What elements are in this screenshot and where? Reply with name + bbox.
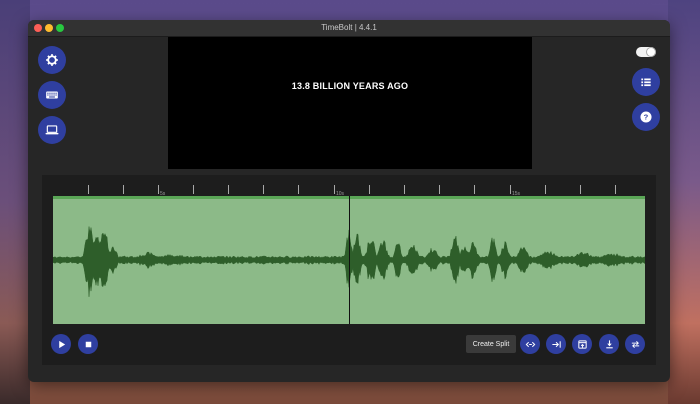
ruler-tick — [369, 185, 370, 194]
play-button[interactable] — [51, 334, 71, 354]
ruler-tick — [298, 185, 299, 194]
window-title: TimeBolt | 4.4.1 — [321, 23, 377, 32]
ruler-tick — [158, 185, 159, 194]
desktop-background-right — [668, 0, 700, 404]
ruler-tick — [193, 185, 194, 194]
ruler-tick — [474, 185, 475, 194]
ruler-tick — [228, 185, 229, 194]
time-ruler[interactable]: 5s 10s 15s — [53, 182, 645, 197]
settings-button[interactable] — [38, 46, 66, 74]
timeline-panel: 5s 10s 15s Create Split — [42, 175, 656, 365]
download-button[interactable] — [599, 334, 619, 354]
playhead[interactable] — [349, 196, 350, 324]
ruler-tick — [545, 185, 546, 194]
device-button[interactable] — [38, 116, 66, 144]
keyboard-icon — [46, 91, 58, 99]
play-icon — [58, 340, 65, 348]
ruler-tick — [88, 185, 89, 194]
swap-icon — [631, 340, 639, 348]
ruler-tick — [123, 185, 124, 194]
help-icon: ? — [640, 111, 652, 123]
ruler-tick — [439, 185, 440, 194]
ruler-tick — [263, 185, 264, 194]
download-icon — [605, 339, 613, 348]
desktop-background-left — [0, 0, 30, 404]
ruler-tick — [510, 185, 511, 194]
gear-icon — [46, 54, 58, 66]
stop-button[interactable] — [78, 334, 98, 354]
video-preview: 13.8 BILLION YEARS AGO — [168, 37, 532, 169]
stop-icon — [85, 341, 91, 347]
list-button[interactable] — [632, 68, 660, 96]
ruler-tick — [615, 185, 616, 194]
list-icon — [641, 78, 651, 87]
waveform-track[interactable] — [53, 196, 645, 324]
jump-to-end-button[interactable] — [546, 334, 566, 354]
ruler-tick — [334, 185, 335, 194]
toggle-knob — [646, 47, 656, 57]
app-window: TimeBolt | 4.4.1 13.8 BILLION YEARS AGO … — [28, 20, 670, 382]
swap-button[interactable] — [625, 334, 645, 354]
keyboard-shortcuts-button[interactable] — [38, 81, 66, 109]
open-window-icon — [577, 339, 587, 349]
help-button[interactable]: ? — [632, 103, 660, 131]
svg-text:?: ? — [644, 113, 649, 122]
create-split-button[interactable]: Create Split — [466, 335, 516, 353]
laptop-icon — [45, 125, 59, 135]
jump-to-end-icon — [551, 340, 561, 348]
open-window-button[interactable] — [572, 334, 592, 354]
view-toggle[interactable] — [636, 47, 656, 57]
ruler-tick — [580, 185, 581, 194]
expand-horizontal-icon — [525, 341, 535, 347]
title-bar: TimeBolt | 4.4.1 — [28, 20, 670, 37]
expand-button[interactable] — [520, 334, 540, 354]
ruler-tick — [404, 185, 405, 194]
preview-caption: 13.8 BILLION YEARS AGO — [291, 81, 409, 91]
